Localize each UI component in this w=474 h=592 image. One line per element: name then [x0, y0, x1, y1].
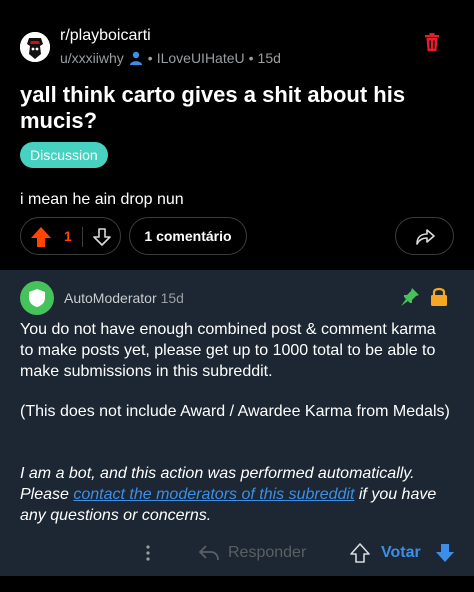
comment-actions: Responder Votar: [0, 538, 474, 568]
contact-moderators-link[interactable]: contact the moderators of this subreddit: [73, 486, 354, 503]
post-score: 1: [64, 228, 72, 244]
downvote-arrow-icon[interactable]: [92, 227, 112, 247]
post-author[interactable]: u/xxxiiwhy: [60, 50, 124, 66]
share-button[interactable]: [395, 217, 454, 255]
meta-dot: •: [147, 50, 153, 66]
vote-label: Votar: [381, 544, 421, 561]
post-title[interactable]: yall think carto gives a shit about his …: [20, 82, 450, 134]
comment-paragraph: You do not have enough combined post & c…: [20, 321, 436, 380]
comment-author[interactable]: AutoModerator: [64, 290, 157, 306]
user-flair: ILoveUIHateU: [156, 50, 245, 66]
comment-paragraph: (This does not include Award / Awardee K…: [20, 403, 450, 420]
shield-icon[interactable]: [20, 281, 54, 315]
post-meta: u/xxxiiwhy • ILoveUIHateU • 15d: [60, 50, 281, 66]
share-icon: [416, 229, 435, 245]
more-options-icon[interactable]: [143, 543, 153, 563]
upvote-outline-icon[interactable]: [349, 542, 371, 569]
pin-icon: [400, 287, 420, 307]
automod-comment: AutoModerator 15d You do not have enough …: [0, 270, 474, 576]
lock-icon: [430, 286, 448, 306]
post-flair[interactable]: Discussion: [20, 142, 108, 168]
comment-age: 15d: [160, 290, 184, 306]
upvote-arrow-icon[interactable]: [30, 226, 52, 248]
person-icon: [128, 50, 144, 66]
comment-paragraph: I am a bot, and this action was performe…: [20, 463, 450, 526]
reply-button[interactable]: Responder: [228, 544, 306, 562]
post-card: r/playboicarti u/xxxiiwhy • ILoveUIHateU…: [0, 0, 474, 266]
bottom-edge: [0, 576, 474, 592]
vote-separator: [82, 227, 83, 247]
vote-bar: 1: [20, 217, 121, 255]
comment-header: AutoModerator 15d: [64, 290, 184, 306]
subreddit-avatar-icon[interactable]: [20, 32, 50, 62]
reply-arrow-icon[interactable]: [198, 544, 219, 567]
subreddit-name[interactable]: r/playboicarti: [60, 27, 151, 45]
meta-dot: •: [248, 50, 254, 66]
post-age: 15d: [257, 50, 281, 66]
downvote-filled-icon[interactable]: [434, 542, 456, 569]
comments-button[interactable]: 1 comentário: [129, 217, 247, 255]
trash-icon[interactable]: [424, 33, 440, 51]
post-body: i mean he ain drop nun: [20, 191, 184, 208]
